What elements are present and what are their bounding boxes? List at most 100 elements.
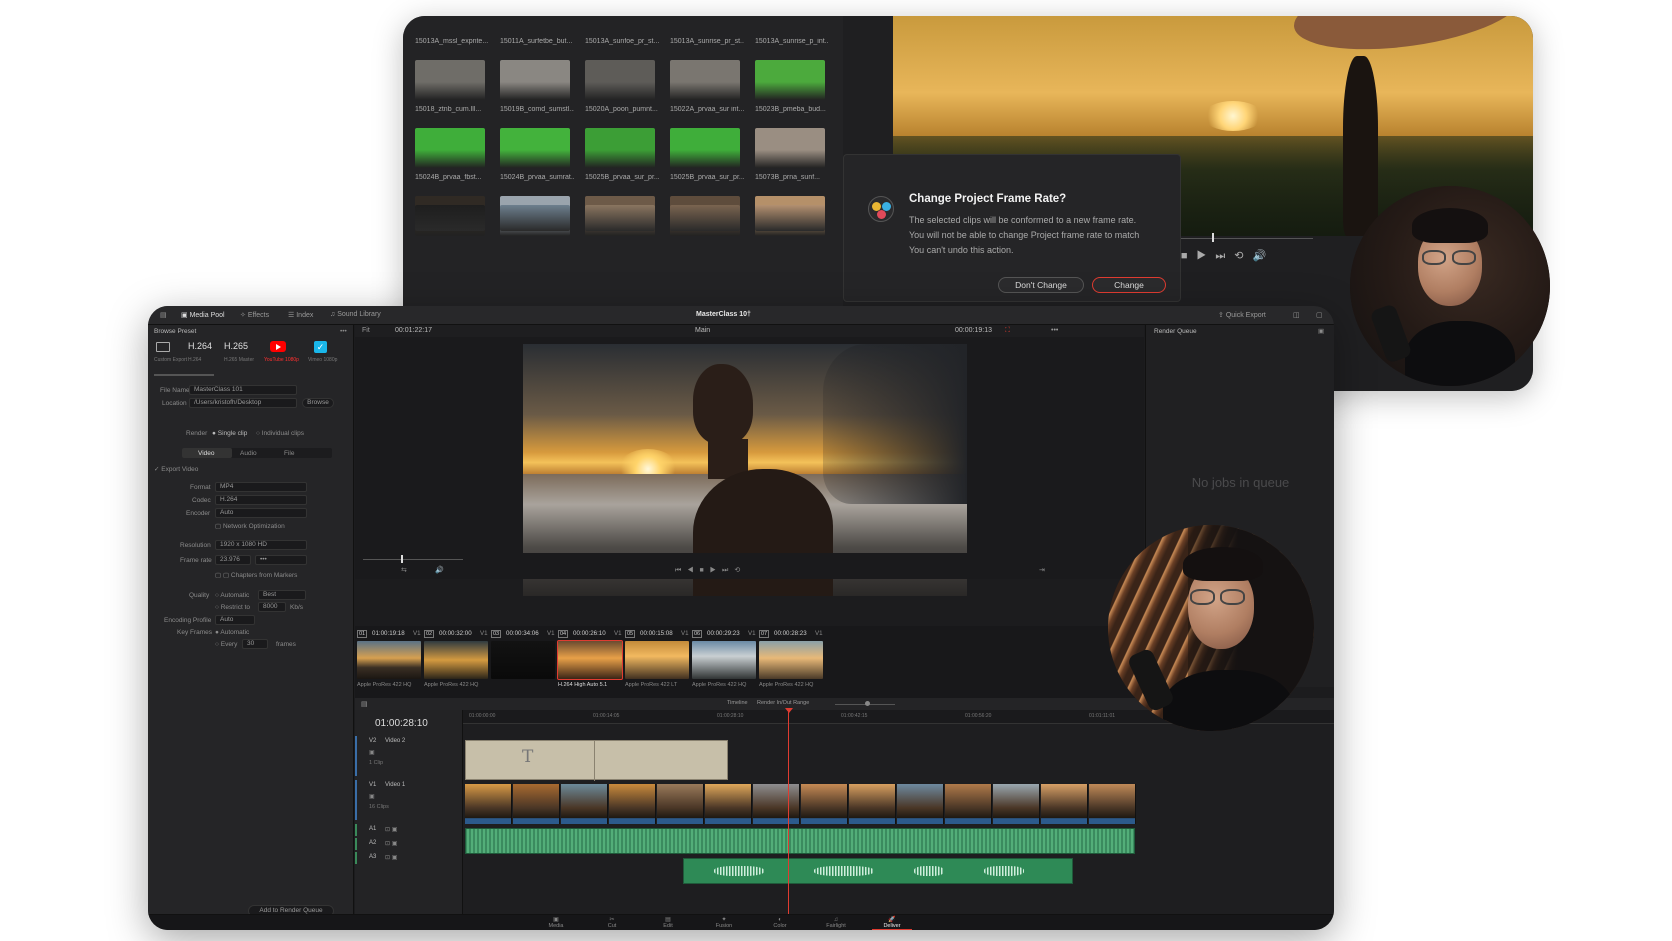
video-clip[interactable] xyxy=(849,784,896,824)
pool-clip-thumbnail[interactable] xyxy=(755,205,825,231)
network-optimization-checkbox[interactable]: ▢ Network Optimization xyxy=(215,522,285,530)
pool-clip-thumbnail[interactable] xyxy=(585,205,655,231)
track-header-a1[interactable]: A1 ⊡ ▣ xyxy=(355,824,463,836)
video-clip[interactable] xyxy=(513,784,560,824)
page-tab-media[interactable]: ▣ Media xyxy=(536,917,576,929)
every-input[interactable]: 30 xyxy=(242,639,268,649)
fullscreen-icon[interactable]: ▢ xyxy=(1316,311,1323,319)
individual-clips-radio[interactable]: ○ Individual clips xyxy=(256,430,304,437)
sound-library-tab[interactable]: ♫ Sound Library xyxy=(330,311,381,318)
track-header-a3[interactable]: A3 ⊡ ▣ xyxy=(355,852,463,864)
tab-audio[interactable]: Audio xyxy=(240,450,257,457)
track-header-v2[interactable]: V2 Video 2 ▣ 1 Clip xyxy=(355,736,463,776)
clip-tile[interactable]: 06 00:00:29:23 V1 Apple ProRes 422 HQ xyxy=(692,626,758,698)
video-clip[interactable] xyxy=(705,784,752,824)
export-video-checkbox[interactable]: ✓ Export Video xyxy=(154,465,198,473)
clip-tile[interactable]: 02 00:00:32:00 V1 Apple ProRes 422 HQ xyxy=(424,626,490,698)
preset-4[interactable]: ✓ Vimeo 1080p xyxy=(308,341,342,371)
clip-thumbnail[interactable] xyxy=(357,641,421,679)
pool-clip-thumbnail[interactable] xyxy=(415,205,485,231)
frame-rate-select[interactable]: 23.976 xyxy=(215,555,251,565)
video-clip[interactable] xyxy=(1041,784,1088,824)
transport-controls[interactable]: ⏮◀■▶⏭⟲ xyxy=(675,566,746,575)
track-lock-icon[interactable]: ▣ xyxy=(369,749,375,756)
clip-tile[interactable]: 05 00:00:15:08 V1 Apple ProRes 422 LT xyxy=(625,626,691,698)
resolution-select[interactable]: 1920 x 1080 HD xyxy=(215,540,307,550)
clip-thumbnail[interactable] xyxy=(557,640,623,680)
clip-thumbnail[interactable] xyxy=(424,641,488,679)
pool-clip-thumbnail[interactable] xyxy=(500,205,570,231)
format-select[interactable]: MP4 xyxy=(215,482,307,492)
media-pool-tab[interactable]: ▣ Media Pool xyxy=(181,311,225,319)
location-input[interactable]: /Users/kristofh/Desktop xyxy=(189,398,297,408)
page-tab-edit[interactable]: ▤ Edit xyxy=(648,917,688,929)
track-controls-icon[interactable]: ⊡ ▣ xyxy=(385,854,397,861)
chapters-checkbox[interactable]: ▢ ▢ Chapters from Markers xyxy=(215,571,297,579)
fit-select[interactable]: Fit xyxy=(362,327,370,334)
pool-clip-thumbnail[interactable] xyxy=(670,128,740,168)
video-clip[interactable] xyxy=(609,784,656,824)
track-controls-icon[interactable]: ⊡ ▣ xyxy=(385,826,397,833)
encoder-select[interactable]: Auto xyxy=(215,508,307,518)
keyframes-auto-radio[interactable]: ● Automatic xyxy=(215,629,249,636)
video-clip[interactable] xyxy=(465,784,512,824)
encoding-profile-select[interactable]: Auto xyxy=(215,615,255,625)
pool-clip-thumbnail[interactable] xyxy=(670,205,740,231)
track-lock-icon[interactable]: ▣ xyxy=(369,793,375,800)
audio-icon[interactable]: 🔊 xyxy=(435,566,444,574)
video-clip[interactable] xyxy=(1089,784,1136,824)
track-header-v1[interactable]: V1 Video 1 ▣ 16 Clips xyxy=(355,780,463,820)
browse-button[interactable]: Browse xyxy=(302,398,334,408)
tab-video[interactable]: Video xyxy=(198,450,215,457)
preset-2[interactable]: H.265 H.265 Master xyxy=(224,341,258,371)
viewer-options-icon[interactable]: ••• xyxy=(1051,327,1058,334)
more-icon[interactable]: ••• xyxy=(340,328,347,335)
timeline-tracks[interactable]: T xyxy=(463,708,1334,915)
queue-options-icon[interactable]: ▣ xyxy=(1318,327,1324,335)
keyframes-every-radio[interactable]: ○ Every xyxy=(215,641,237,648)
clip-thumbnail[interactable] xyxy=(759,641,823,679)
video-clip[interactable] xyxy=(801,784,848,824)
playhead[interactable] xyxy=(788,710,789,915)
page-tab-cut[interactable]: ✂ Cut xyxy=(592,917,632,929)
pool-clip-thumbnail[interactable] xyxy=(415,60,485,100)
clip-tile[interactable]: 03 00:00:34:06 V1 xyxy=(491,626,557,698)
timeline-options[interactable]: Timeline xyxy=(727,700,748,706)
video-clip[interactable] xyxy=(753,784,800,824)
tab-file[interactable]: File xyxy=(284,450,294,457)
pool-clip-thumbnail[interactable] xyxy=(500,60,570,100)
page-tab-fusion[interactable]: ✦ Fusion xyxy=(704,917,744,929)
change-button[interactable]: Change xyxy=(1092,277,1166,293)
preset-1[interactable]: H.264 H.264 xyxy=(188,341,222,371)
video-clip[interactable] xyxy=(561,784,608,824)
effects-tab[interactable]: ✧ Effects xyxy=(240,311,269,319)
pool-clip-thumbnail[interactable] xyxy=(585,60,655,100)
clip-tile[interactable]: 04 00:00:26:10 V1 H.264 High Auto 5.1 xyxy=(557,626,624,698)
layout-icon[interactable]: ◫ xyxy=(1293,311,1300,319)
video-clip[interactable] xyxy=(993,784,1040,824)
single-clip-radio[interactable]: ● Single clip xyxy=(212,430,247,437)
audio-clip-a2[interactable] xyxy=(683,858,1073,884)
preset-3[interactable]: YouTube 1080p xyxy=(264,341,299,371)
restrict-radio[interactable]: ○ Restrict to xyxy=(215,604,250,611)
pool-clip-thumbnail[interactable] xyxy=(670,60,740,100)
file-name-input[interactable]: MasterClass 101 xyxy=(189,385,297,395)
track-header-a2[interactable]: A2 ⊡ ▣ xyxy=(355,838,463,850)
clip-thumbnail[interactable] xyxy=(491,641,555,679)
quality-auto-radio[interactable]: ○ Automatic xyxy=(215,592,249,599)
audio-clip-a1[interactable] xyxy=(465,828,1135,854)
index-tab[interactable]: ☰ Index xyxy=(288,311,313,319)
quick-export-button[interactable]: ⇪ Quick Export xyxy=(1218,311,1266,319)
panel-toggle-icon[interactable]: ▤ xyxy=(160,311,167,319)
pool-clip-thumbnail[interactable] xyxy=(415,128,485,168)
page-tab-fairlight[interactable]: ♫ Fairlight xyxy=(816,917,856,929)
quality-select[interactable]: Best xyxy=(258,590,306,600)
video-clip[interactable] xyxy=(897,784,944,824)
dont-change-button[interactable]: Don't Change xyxy=(998,277,1084,293)
track-controls-icon[interactable]: ⊡ ▣ xyxy=(385,840,397,847)
restrict-input[interactable]: 8000 xyxy=(258,602,286,612)
video-clip[interactable] xyxy=(945,784,992,824)
jog-icon[interactable]: ⇆ xyxy=(401,566,407,574)
preset-0[interactable]: Custom Export xyxy=(154,341,188,371)
playhead-handle[interactable] xyxy=(785,708,793,713)
